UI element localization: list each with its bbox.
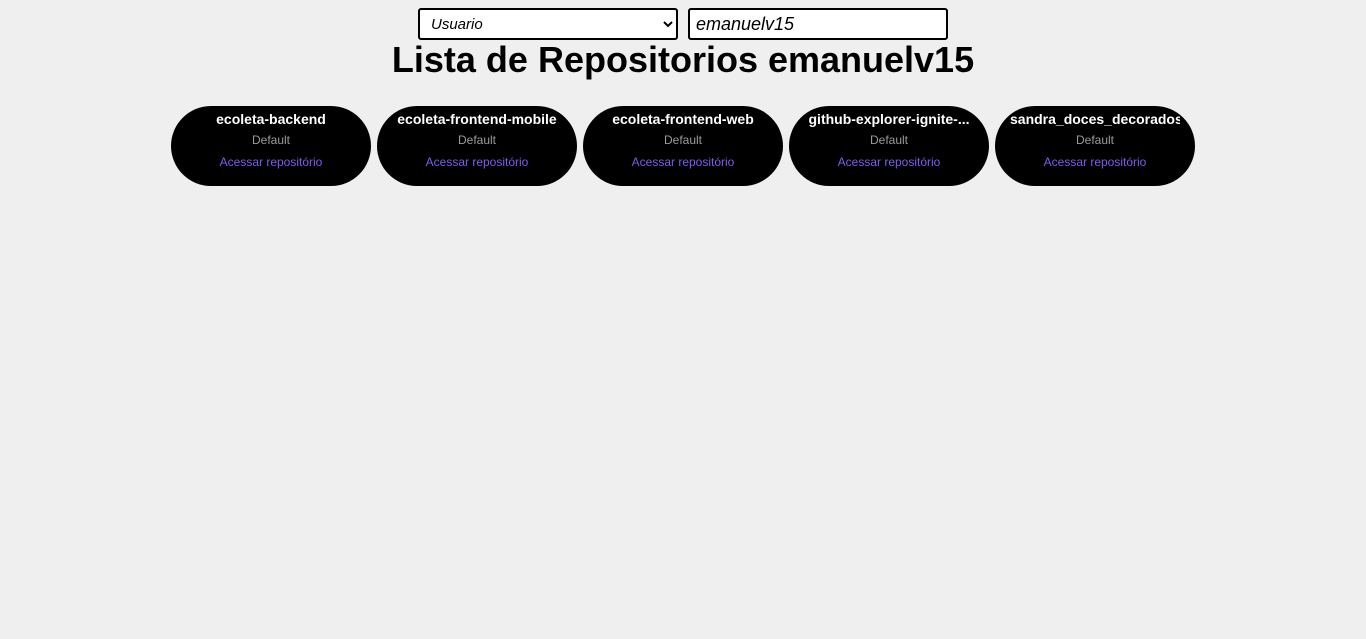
repository-list: ecoleta-backend Default Acessar repositó… <box>171 106 1201 186</box>
repo-card: ecoleta-frontend-mobile Default Acessar … <box>377 106 577 186</box>
access-repo-link[interactable]: Acessar repositório <box>995 155 1195 170</box>
access-repo-link[interactable]: Acessar repositório <box>171 155 371 170</box>
repo-card: ecoleta-backend Default Acessar repositó… <box>171 106 371 186</box>
repo-language: Default <box>457 133 497 147</box>
repo-card: ecoleta-frontend-web Default Acessar rep… <box>583 106 783 186</box>
repo-language: Default <box>869 133 909 147</box>
repo-name: sandra_doces_decorados <box>1010 111 1180 127</box>
repo-name: ecoleta-frontend-web <box>612 111 754 127</box>
access-repo-link[interactable]: Acessar repositório <box>583 155 783 170</box>
repo-language: Default <box>1075 133 1115 147</box>
repo-language: Default <box>663 133 703 147</box>
repo-card: sandra_doces_decorados Default Acessar r… <box>995 106 1195 186</box>
page: Usuario Lista de Repositorios emanuelv15… <box>0 0 1366 639</box>
repo-language: Default <box>251 133 291 147</box>
access-repo-link[interactable]: Acessar repositório <box>789 155 989 170</box>
repo-name: ecoleta-frontend-mobile <box>397 111 557 127</box>
search-controls: Usuario <box>0 8 1366 40</box>
page-title: Lista de Repositorios emanuelv15 <box>391 39 975 80</box>
access-repo-link[interactable]: Acessar repositório <box>377 155 577 170</box>
search-type-select[interactable]: Usuario <box>418 8 678 40</box>
repo-name: github-explorer-ignite-... <box>808 111 970 127</box>
repo-name: ecoleta-backend <box>216 111 326 127</box>
username-search-input[interactable] <box>688 8 948 40</box>
repo-card: github-explorer-ignite-... Default Acess… <box>789 106 989 186</box>
